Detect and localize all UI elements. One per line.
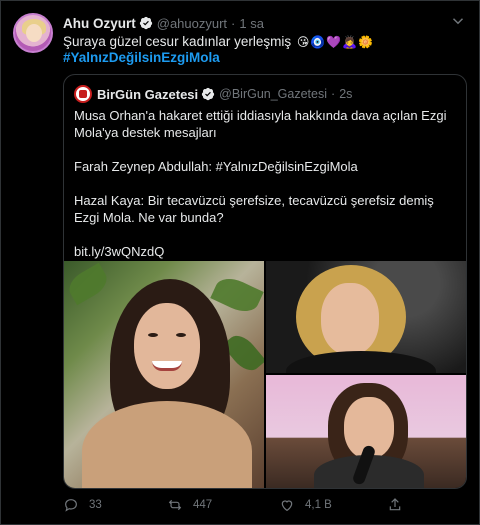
photo-figure-eye [176, 333, 186, 337]
media-photo-3[interactable] [266, 375, 466, 488]
tweet-actions: 33 447 4,1 B [63, 496, 467, 514]
tweet-time[interactable]: 1 sa [239, 16, 264, 31]
retweet-icon [168, 499, 182, 511]
tweet-text-content: Şuraya güzel cesur kadınlar yerleşmiş [63, 34, 292, 49]
verified-badge-icon [139, 16, 152, 30]
quoted-tweet-time: 2s [339, 87, 353, 101]
reply-button[interactable]: 33 [63, 497, 102, 513]
photo-figure-face [321, 283, 379, 355]
tweet-header: Ahu Ozyurt @ahuozyurt · 1 sa [63, 14, 264, 32]
author-avatar[interactable] [13, 13, 53, 53]
quoted-paragraph: Farah Zeynep Abdullah: #YalnızDeğilsinEz… [74, 159, 358, 174]
author-handle[interactable]: @ahuozyurt [157, 16, 227, 31]
quoted-author-handle: @BirGun_Gazetesi [219, 87, 328, 101]
media-photo-1[interactable] [64, 261, 264, 488]
share-button[interactable] [387, 497, 403, 513]
tweet-emojis: 😘🧿💜🙇‍♀️🌼 [296, 35, 375, 49]
media-grid [64, 261, 466, 488]
quoted-tweet-header: BirGün Gazetesi @BirGun_Gazetesi · 2s [74, 85, 352, 103]
quoted-link: bit.ly/3wQNzdQ [74, 244, 165, 259]
avatar-face [26, 24, 42, 42]
like-button[interactable]: 4,1 B [279, 497, 332, 513]
photo-figure-face [134, 303, 200, 389]
separator-dot: · [331, 87, 336, 101]
reply-count: 33 [89, 499, 102, 511]
like-count: 4,1 B [305, 499, 332, 511]
leaf-shape [210, 272, 264, 318]
quoted-paragraph: Musa Orhan'a hakaret ettiği iddiasıyla h… [74, 108, 447, 140]
photo-figure-eye [148, 333, 158, 337]
tweet-card[interactable]: Ahu Ozyurt @ahuozyurt · 1 sa Şuraya güze… [0, 0, 480, 525]
separator-dot: · [231, 15, 236, 31]
author-name[interactable]: Ahu Ozyurt [63, 16, 136, 31]
quoted-tweet[interactable]: BirGün Gazetesi @BirGun_Gazetesi · 2s Mu… [63, 74, 467, 489]
photo-figure-body [82, 401, 252, 488]
share-icon [389, 498, 401, 511]
verified-badge-icon [202, 87, 215, 101]
reply-icon [65, 499, 77, 512]
photo-figure-body [286, 351, 436, 373]
quoted-paragraph: Hazal Kaya: Bir tecavüzcü şerefsize, tec… [74, 193, 434, 225]
chevron-down-icon[interactable] [449, 12, 467, 30]
quoted-author-avatar [74, 85, 92, 103]
retweet-button[interactable]: 447 [167, 497, 212, 513]
quoted-tweet-body: Musa Orhan'a hakaret ettiği iddiasıyla h… [74, 107, 460, 260]
leaf-shape [64, 262, 112, 306]
heart-icon [281, 500, 293, 512]
tweet-text: Şuraya güzel cesur kadınlar yerleşmiş 😘🧿… [63, 33, 374, 51]
retweet-count: 447 [193, 499, 213, 511]
media-photo-2[interactable] [266, 261, 466, 373]
hashtag-link[interactable]: #YalnızDeğilsinEzgiMola [63, 50, 220, 65]
quoted-author-name: BirGün Gazetesi [97, 86, 199, 102]
